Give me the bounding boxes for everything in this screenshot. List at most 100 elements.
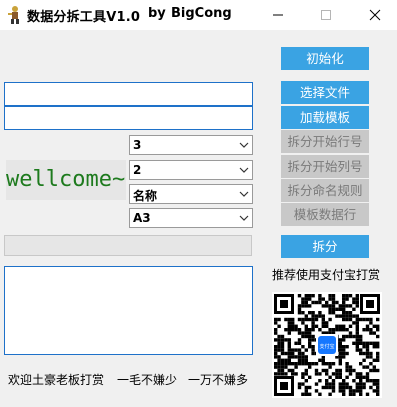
qr-module (328, 365, 332, 369)
template-data-row-value: A3 (133, 211, 151, 225)
qr-module (308, 297, 312, 301)
qr-module (277, 358, 281, 362)
close-button[interactable] (358, 0, 392, 30)
log-textarea[interactable] (4, 266, 253, 355)
split-naming-rule-button[interactable]: 拆分命名规则 (281, 179, 369, 202)
qr-module (331, 385, 336, 390)
qr-module (345, 317, 349, 322)
qr-module (304, 300, 308, 305)
template-data-row-select[interactable]: A3 (129, 208, 253, 228)
qr-module (342, 294, 346, 298)
qr-module (335, 324, 339, 328)
qr-module (287, 362, 291, 366)
qr-module (284, 358, 288, 362)
qr-module (369, 328, 373, 332)
qr-module (369, 321, 373, 325)
split-button[interactable]: 拆分 (281, 235, 369, 258)
qr-module (284, 351, 288, 356)
qr-module (365, 324, 370, 328)
naming-rule-select[interactable]: 名称 (129, 184, 253, 204)
qr-module (376, 368, 380, 373)
qr-module (314, 317, 319, 322)
qr-module (294, 362, 298, 366)
qr-module (297, 341, 302, 345)
qr-module (291, 355, 295, 359)
qr-module (331, 300, 336, 305)
qr-module (365, 351, 370, 356)
maximize-button[interactable] (309, 0, 343, 30)
qr-module (280, 365, 285, 369)
qr-module (301, 304, 305, 308)
qr-module (297, 328, 302, 332)
qr-module (287, 358, 291, 362)
qr-module (274, 317, 278, 322)
qr-module (277, 365, 281, 369)
qr-module (318, 392, 322, 396)
qr-module (355, 341, 359, 345)
file-path-input[interactable] (4, 82, 253, 106)
qr-module (308, 334, 312, 339)
start-row-select[interactable]: 3 (129, 135, 253, 155)
qr-module (372, 331, 376, 335)
qr-module (280, 334, 285, 339)
qr-module (369, 355, 373, 359)
template-data-row-button[interactable]: 模板数据行 (281, 203, 369, 226)
qr-module (277, 355, 281, 359)
qr-module (318, 300, 322, 305)
start-col-value: 2 (133, 163, 142, 177)
template-path-input[interactable] (4, 106, 253, 130)
qr-module (372, 382, 376, 386)
qr-module (277, 372, 281, 376)
qr-module (318, 297, 322, 301)
qr-module (348, 385, 353, 390)
qr-module (345, 385, 349, 390)
qr-module (338, 314, 342, 318)
qr-module (304, 324, 308, 328)
qr-module (348, 372, 353, 376)
qr-module (301, 358, 305, 362)
qr-module (294, 365, 298, 369)
qr-module (345, 297, 349, 301)
qr-module (301, 331, 305, 335)
qr-module (338, 375, 342, 379)
qr-module (287, 348, 291, 352)
qr-module (284, 338, 288, 342)
split-start-col-button[interactable]: 拆分开始列号 (281, 155, 369, 178)
qr-module (308, 385, 312, 390)
qr-module (297, 294, 302, 298)
qr-module (369, 317, 373, 322)
footer-text-2: 一毛不嫌少 (117, 373, 178, 387)
load-template-button[interactable]: 加载模板 (281, 106, 369, 129)
qr-module (287, 355, 291, 359)
qr-module (318, 372, 322, 376)
qr-module (274, 321, 278, 325)
qr-module (342, 300, 346, 305)
qr-module (345, 304, 349, 308)
welcome-label: wellcome~ (6, 160, 126, 200)
qr-module (355, 294, 359, 298)
qr-module (287, 345, 291, 349)
qr-module (294, 372, 298, 376)
qr-module (338, 385, 342, 390)
qr-module (338, 358, 342, 362)
qr-module (372, 389, 376, 393)
minimize-button[interactable] (261, 0, 295, 30)
qr-module (331, 307, 336, 311)
qr-module (304, 379, 308, 383)
qr-module (325, 321, 329, 325)
start-col-select[interactable]: 2 (129, 160, 253, 180)
qr-module (359, 317, 363, 322)
qr-module (308, 328, 312, 332)
qr-module (331, 294, 336, 298)
init-button[interactable]: 初始化 (281, 47, 369, 70)
split-start-row-button[interactable]: 拆分开始行号 (281, 130, 369, 153)
qr-module (284, 362, 288, 366)
qr-module (274, 328, 278, 332)
qr-module (345, 311, 349, 315)
qr-module (287, 338, 291, 342)
qr-module (308, 362, 312, 366)
close-icon (369, 9, 381, 21)
select-file-button[interactable]: 选择文件 (281, 81, 369, 104)
qr-module (280, 368, 285, 373)
qr-module (338, 304, 342, 308)
